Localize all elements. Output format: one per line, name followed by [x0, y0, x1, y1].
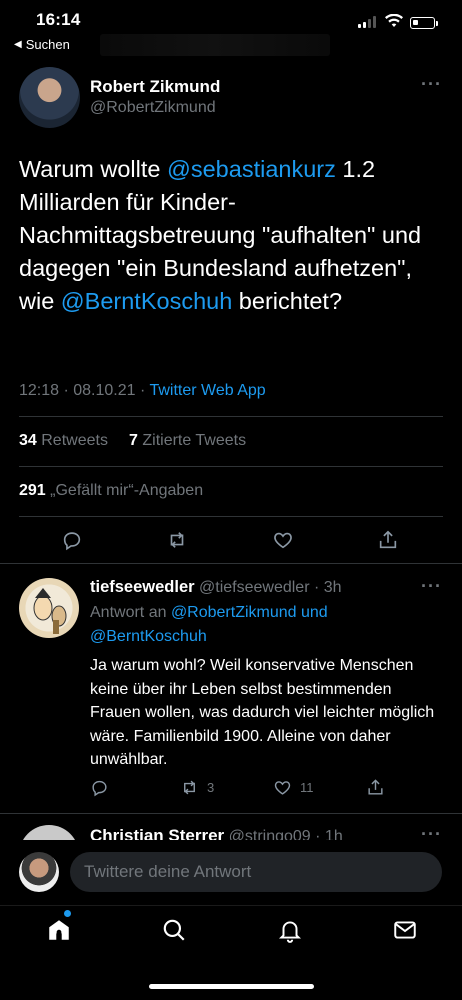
reply-compose-input[interactable]: Twittere deine Antwort	[70, 852, 442, 892]
home-icon[interactable]	[45, 916, 73, 944]
reply-icon	[92, 780, 107, 797]
reply-to-line: Antwort an @RobertZikmund und @BerntKosc…	[90, 601, 430, 649]
reply-like-count: 11	[300, 780, 314, 795]
reply-retweet-count: 3	[207, 780, 215, 795]
cellular-signal-icon	[358, 16, 376, 28]
reply-author-line[interactable]: tiefseewedler @tiefseewedler · 3h	[90, 578, 342, 597]
mention-berntkoschuh[interactable]: @BerntKoschuh	[61, 288, 232, 314]
search-icon[interactable]	[160, 916, 188, 944]
reply-author-name: tiefseewedler	[90, 578, 195, 596]
back-to-search-link[interactable]: ◀ Suchen	[14, 37, 70, 52]
reply-icon[interactable]	[61, 529, 83, 551]
likes-count: 291	[19, 482, 46, 499]
back-arrow-icon: ◀	[14, 39, 22, 50]
reply-retweet-button[interactable]: 3	[180, 778, 214, 797]
author-avatar[interactable]	[19, 67, 80, 128]
tweet-text: Warum wollte @sebastiankurz 1.2 Milliard…	[19, 153, 444, 318]
tweet-text-part: berichtet?	[232, 288, 343, 314]
bell-icon[interactable]	[276, 916, 304, 944]
more-icon[interactable]: ···	[421, 576, 442, 597]
retweets-stat[interactable]: 34 Retweets	[19, 432, 108, 450]
new-content-dot	[64, 910, 71, 917]
my-avatar	[19, 852, 59, 892]
tweet-meta: 12:18 · 08.10.21 · Twitter Web App	[19, 382, 266, 400]
share-icon[interactable]	[377, 529, 399, 551]
author-name[interactable]: Robert Zikmund	[90, 77, 220, 97]
retweet-icon	[184, 780, 195, 795]
home-indicator	[149, 984, 314, 989]
reply-to-mention-2[interactable]: @BerntKoschuh	[90, 628, 207, 645]
like-icon	[274, 781, 291, 795]
mail-icon[interactable]	[391, 916, 419, 944]
reply-like-button[interactable]: 11	[273, 778, 314, 797]
quotes-count: 7	[129, 432, 138, 449]
divider	[19, 466, 443, 467]
wifi-icon	[385, 13, 403, 33]
reply-text: Ja warum wohl? Weil konservative Mensche…	[90, 657, 435, 768]
reply-time: · 3h	[313, 579, 342, 596]
reply-share-button[interactable]	[366, 778, 385, 797]
tweet-timestamp: 12:18 · 08.10.21 ·	[19, 382, 150, 399]
likes-label: „Gefällt mir“-Angaben	[50, 482, 204, 499]
reply-to-mention-1[interactable]: @RobertZikmund und	[171, 604, 328, 621]
reply-author-avatar[interactable]	[19, 578, 79, 638]
like-icon[interactable]	[272, 529, 294, 551]
battery-cap	[436, 21, 438, 26]
divider	[0, 563, 462, 564]
tweet-source-link[interactable]: Twitter Web App	[149, 382, 265, 399]
tweet-text-part: Warum wollte	[19, 156, 167, 182]
divider	[19, 516, 443, 517]
more-icon[interactable]: ···	[421, 74, 442, 95]
divider	[0, 813, 462, 814]
retweets-label: Retweets	[41, 432, 108, 449]
status-time: 16:14	[36, 10, 81, 29]
quotes-label: Zitierte Tweets	[142, 432, 247, 449]
divider	[0, 905, 462, 906]
back-label: Suchen	[25, 37, 70, 52]
reply-to-prefix: Antwort an	[90, 604, 171, 621]
share-icon	[368, 779, 383, 795]
reply-author-handle: @tiefseewedler	[199, 579, 310, 596]
author-handle[interactable]: @RobertZikmund	[90, 99, 216, 117]
battery-icon	[410, 17, 435, 29]
retweet-icon[interactable]	[166, 529, 188, 551]
quotes-stat[interactable]: 7 Zitierte Tweets	[129, 432, 246, 450]
divider	[19, 416, 443, 417]
retweets-count: 34	[19, 432, 37, 449]
likes-stat[interactable]: 291 „Gefällt mir“-Angaben	[19, 482, 203, 500]
reply-reply-button[interactable]	[90, 778, 109, 797]
status-bar-blur	[100, 34, 330, 56]
mention-sebastiankurz[interactable]: @sebastiankurz	[167, 156, 336, 182]
